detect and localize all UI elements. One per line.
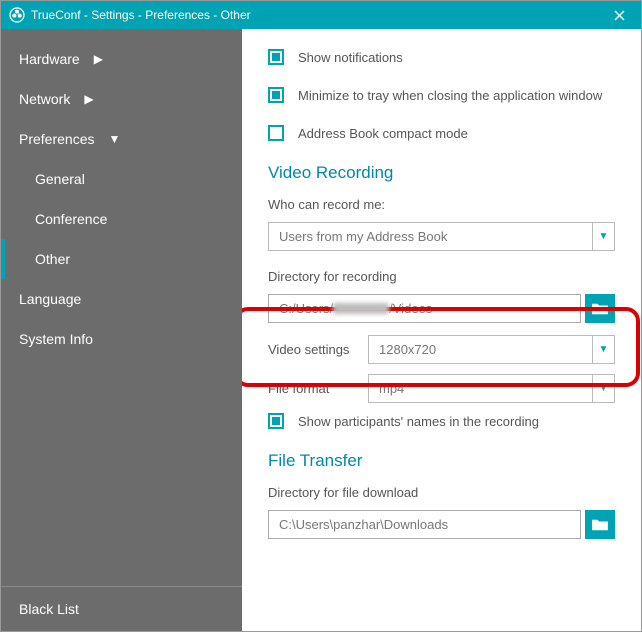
browse-folder-button[interactable] xyxy=(585,510,615,539)
close-icon xyxy=(614,10,625,21)
settings-window: TrueConf - Settings - Preferences - Othe… xyxy=(0,0,642,632)
sidebar-item-hardware[interactable]: Hardware ▶ xyxy=(1,39,242,79)
label-file-format: File format xyxy=(268,381,368,396)
select-who-can-record[interactable]: Users from my Address Book ▼ xyxy=(268,222,615,251)
checkbox-show-notifications[interactable] xyxy=(268,49,284,65)
sidebar-item-blacklist[interactable]: Black List xyxy=(1,586,242,631)
label-video-settings: Video settings xyxy=(268,342,368,357)
sidebar-item-label: System Info xyxy=(19,331,93,347)
browse-folder-button[interactable] xyxy=(585,294,615,323)
sidebar-item-label: Language xyxy=(19,291,81,307)
label-minimize-tray: Minimize to tray when closing the applic… xyxy=(298,88,602,103)
input-directory-download[interactable] xyxy=(268,510,581,539)
window-title: TrueConf - Settings - Preferences - Othe… xyxy=(31,8,605,22)
sidebar-item-preferences[interactable]: Preferences ▼ xyxy=(1,119,242,159)
sidebar-subitem-general[interactable]: General xyxy=(1,159,242,199)
select-value: 1280x720 xyxy=(368,335,593,364)
label-who-can-record: Who can record me: xyxy=(268,197,615,212)
select-video-settings[interactable]: 1280x720 ▼ xyxy=(368,335,615,364)
sidebar: Hardware ▶ Network ▶ Preferences ▼ Gener… xyxy=(1,29,242,631)
content-pane: Show notifications Minimize to tray when… xyxy=(242,29,641,631)
checkbox-show-participants[interactable] xyxy=(268,413,284,429)
label-directory-recording: Directory for recording xyxy=(268,269,615,284)
label-show-notifications: Show notifications xyxy=(298,50,403,65)
chevron-down-icon[interactable]: ▼ xyxy=(593,374,615,403)
section-title-file-transfer: File Transfer xyxy=(268,451,615,471)
redacted-text xyxy=(333,303,389,314)
app-logo-icon xyxy=(9,7,25,23)
select-file-format[interactable]: mp4 ▼ xyxy=(368,374,615,403)
chevron-down-icon[interactable]: ▼ xyxy=(593,335,615,364)
select-value: Users from my Address Book xyxy=(268,222,593,251)
sidebar-subitem-conference[interactable]: Conference xyxy=(1,199,242,239)
sidebar-item-network[interactable]: Network ▶ xyxy=(1,79,242,119)
folder-icon xyxy=(591,302,609,316)
input-directory-recording[interactable]: C:/Users//Videos xyxy=(268,294,581,323)
sidebar-item-systeminfo[interactable]: System Info xyxy=(1,319,242,359)
label-ab-compact: Address Book compact mode xyxy=(298,126,468,141)
sidebar-item-label: Preferences xyxy=(19,131,94,147)
group-directory-recording: Directory for recording C:/Users//Videos xyxy=(260,263,623,331)
chevron-down-icon[interactable]: ▼ xyxy=(593,222,615,251)
sidebar-item-label: Network xyxy=(19,91,70,107)
label-directory-download: Directory for file download xyxy=(268,485,615,500)
select-value: mp4 xyxy=(368,374,593,403)
checkbox-minimize-tray[interactable] xyxy=(268,87,284,103)
label-show-participants: Show participants' names in the recordin… xyxy=(298,414,539,429)
sidebar-subitem-other[interactable]: Other xyxy=(1,239,242,279)
close-button[interactable] xyxy=(605,1,633,29)
chevron-down-icon: ▼ xyxy=(108,132,120,146)
sidebar-item-language[interactable]: Language xyxy=(1,279,242,319)
section-title-video-recording: Video Recording xyxy=(268,163,615,183)
checkbox-ab-compact[interactable] xyxy=(268,125,284,141)
sidebar-item-label: Hardware xyxy=(19,51,80,67)
titlebar: TrueConf - Settings - Preferences - Othe… xyxy=(1,1,641,29)
chevron-right-icon: ▶ xyxy=(94,52,103,66)
folder-icon xyxy=(591,518,609,532)
chevron-right-icon: ▶ xyxy=(84,92,93,106)
